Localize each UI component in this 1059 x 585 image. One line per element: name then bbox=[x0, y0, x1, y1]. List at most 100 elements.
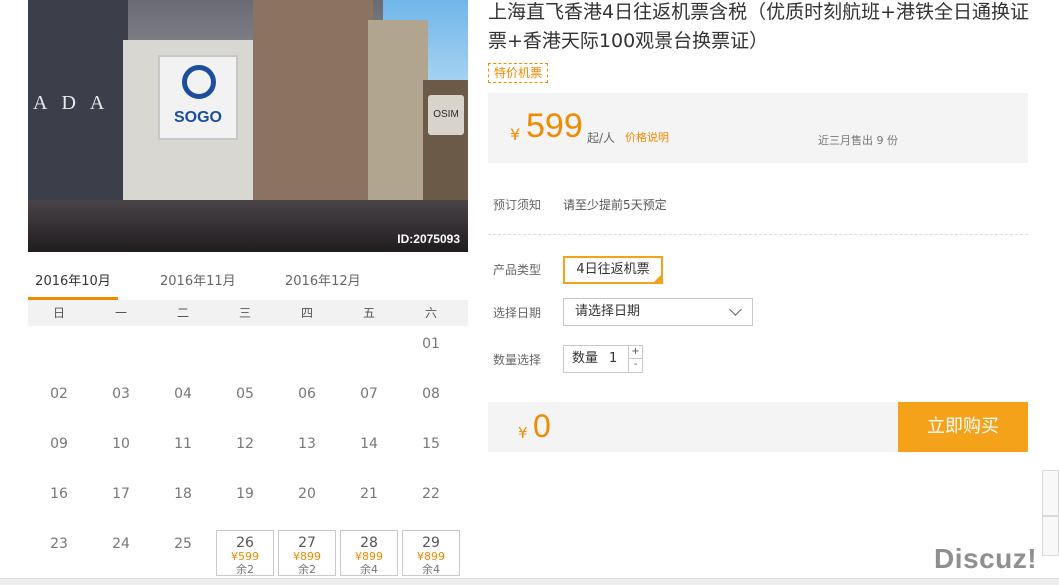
sold-count: 近三月售出 9 份 bbox=[818, 134, 898, 147]
float-tool-button[interactable] bbox=[1042, 470, 1059, 516]
calendar-day-number: 10 bbox=[112, 436, 130, 452]
photo-sign-osim: OSIM bbox=[428, 95, 464, 135]
photo-id: ID:2075093 bbox=[397, 232, 460, 246]
date-select-value: 请选择日期 bbox=[575, 304, 641, 319]
weekday-label: 四 bbox=[300, 306, 313, 320]
calendar-day-number: 29 bbox=[422, 535, 440, 551]
calendar-day[interactable]: 28 ¥899 余4 bbox=[340, 530, 398, 576]
calendar-day-number: 26 bbox=[236, 535, 254, 551]
calendar-day: 12 bbox=[216, 428, 274, 474]
calendar-day[interactable]: 27 ¥899 余2 bbox=[278, 530, 336, 576]
calendar-day-number: 23 bbox=[50, 536, 68, 552]
calendar-day-remaining: 余4 bbox=[422, 563, 440, 576]
tab-month-oct[interactable]: 2016年10月 bbox=[28, 268, 118, 300]
calendar-day-number: 17 bbox=[112, 486, 130, 502]
photo-sign-ada: ADA bbox=[33, 92, 119, 114]
weekday-label: 二 bbox=[176, 306, 189, 320]
weekday-label: 六 bbox=[424, 306, 437, 320]
calendar-day-number: 02 bbox=[50, 386, 68, 402]
calendar-day-number: 18 bbox=[174, 486, 192, 502]
weekday-label: 日 bbox=[52, 306, 65, 320]
photo-building bbox=[368, 20, 428, 210]
calendar-day: 04 bbox=[154, 378, 212, 424]
calendar-weekday-header: 日 一 二 三 四 五 六 bbox=[28, 300, 468, 326]
calendar-day-price: ¥899 bbox=[355, 550, 383, 563]
calendar-day: 23 bbox=[30, 528, 88, 574]
date-select[interactable]: 请选择日期 bbox=[563, 298, 753, 326]
quantity-text: 数量 bbox=[572, 351, 599, 366]
calendar-day[interactable]: 29 ¥899 余4 bbox=[402, 530, 460, 576]
float-tool-button[interactable] bbox=[1042, 516, 1059, 556]
booking-notice-text: 请至少提前5天预定 bbox=[563, 198, 667, 212]
calendar-day-number: 16 bbox=[50, 486, 68, 502]
calendar-day-price: ¥599 bbox=[231, 550, 259, 563]
calendar-day[interactable]: 26 ¥599 余2 bbox=[216, 530, 274, 576]
price-unit: 起/人 bbox=[587, 131, 616, 145]
buy-now-button[interactable]: 立即购买 bbox=[898, 402, 1028, 452]
divider bbox=[488, 234, 1028, 235]
calendar-day-price: ¥899 bbox=[293, 550, 321, 563]
calendar-day-number: 09 bbox=[50, 436, 68, 452]
calendar-day: 14 bbox=[340, 428, 398, 474]
calendar-day-number: 07 bbox=[360, 386, 378, 402]
calendar-day: 20 bbox=[278, 478, 336, 524]
calendar-day: 15 bbox=[402, 428, 460, 474]
checkout-bar: ¥ 0 立即购买 bbox=[488, 402, 1028, 452]
quantity-increase-button[interactable]: + bbox=[628, 346, 642, 359]
quantity-label: 数量选择 bbox=[493, 353, 542, 367]
photo-building bbox=[253, 0, 373, 200]
calendar-day-number: 28 bbox=[360, 535, 378, 551]
calendar-day: 16 bbox=[30, 478, 88, 524]
calendar-day: 06 bbox=[278, 378, 336, 424]
quantity-decrease-button[interactable]: - bbox=[628, 359, 642, 372]
price-panel: ¥ 599 起/人 价格说明 近三月售出 9 份 bbox=[488, 93, 1028, 163]
calendar-day: 13 bbox=[278, 428, 336, 474]
weekday-label: 一 bbox=[114, 306, 127, 320]
calendar-day: 10 bbox=[92, 428, 150, 474]
calendar-day-number: 06 bbox=[298, 386, 316, 402]
calendar-day-number: 03 bbox=[112, 386, 130, 402]
calendar-day-number: 14 bbox=[360, 436, 378, 452]
product-type-value: 4日往返机票 bbox=[576, 262, 650, 277]
calendar-day-number: 08 bbox=[422, 386, 440, 402]
price-currency: ¥ bbox=[510, 125, 521, 144]
photo-sign-sogo: SOGO bbox=[158, 55, 238, 140]
total-currency: ¥ bbox=[518, 424, 528, 442]
tab-month-dec[interactable]: 2016年12月 bbox=[285, 268, 361, 300]
calendar-day-number: 11 bbox=[174, 436, 192, 452]
weekday-label: 三 bbox=[238, 306, 251, 320]
quantity-stepper: 数量 1 + - bbox=[563, 345, 643, 373]
product-type-option[interactable]: 4日往返机票 bbox=[563, 256, 663, 284]
booking-notice-label: 预订须知 bbox=[493, 198, 542, 212]
calendar-day-remaining: 余2 bbox=[236, 563, 254, 576]
calendar-day: 25 bbox=[154, 528, 212, 574]
quantity-input[interactable]: 1 bbox=[609, 346, 617, 372]
calendar-day-number: 01 bbox=[422, 336, 440, 352]
calendar-day-number: 27 bbox=[298, 535, 316, 551]
sogo-logo-icon bbox=[182, 65, 216, 99]
product-title: 上海直飞香港4日往返机票含税（优质时刻航班+港铁全日通换证票+香港天际100观景… bbox=[488, 1, 1030, 52]
calendar-grid: 01 02 03 04 05 06 07 08 09 10 11 12 13 14 15 16 17 18 19 20… bbox=[28, 326, 468, 585]
product-photo: ADA SOGO OSIM ID:2075093 bbox=[28, 0, 468, 252]
calendar-day: 08 bbox=[402, 378, 460, 424]
sogo-text: SOGO bbox=[173, 109, 222, 126]
calendar-day-number: 24 bbox=[112, 536, 130, 552]
calendar-day: 21 bbox=[340, 478, 398, 524]
calendar-day: 07 bbox=[340, 378, 398, 424]
calendar-day-remaining: 余2 bbox=[298, 563, 316, 576]
date-select-label: 选择日期 bbox=[493, 306, 542, 320]
calendar-day: 19 bbox=[216, 478, 274, 524]
calendar-day: 22 bbox=[402, 478, 460, 524]
calendar-day: 03 bbox=[92, 378, 150, 424]
calendar-day-number: 04 bbox=[174, 386, 192, 402]
calendar-day: 09 bbox=[30, 428, 88, 474]
calendar-day-number: 25 bbox=[174, 536, 192, 552]
calendar-day-number: 05 bbox=[236, 386, 254, 402]
tab-month-nov[interactable]: 2016年11月 bbox=[160, 268, 236, 300]
calendar-day-number: 13 bbox=[298, 436, 316, 452]
product-type-label: 产品类型 bbox=[493, 263, 542, 277]
price-note-link[interactable]: 价格说明 bbox=[625, 129, 669, 145]
calendar-day-number: 12 bbox=[236, 436, 254, 452]
special-fare-tag: 特价机票 bbox=[488, 63, 549, 83]
selected-corner-icon bbox=[653, 274, 662, 283]
